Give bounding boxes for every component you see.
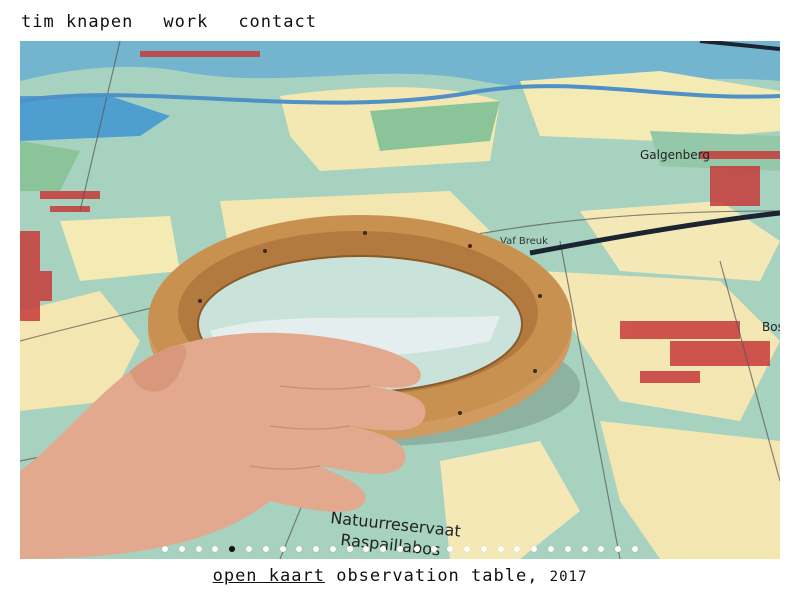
map-photo: Natuurreservaat Raspaillabos Bos Vaf Bre… <box>20 41 780 559</box>
slideshow-dot[interactable] <box>631 546 638 552</box>
map-label-town: Bos <box>762 320 780 334</box>
slideshow-dot[interactable] <box>229 546 236 552</box>
slideshow-dot[interactable] <box>397 546 403 552</box>
slideshow-dot[interactable] <box>313 546 320 552</box>
slideshow-dot[interactable] <box>531 546 538 552</box>
slideshow-image[interactable]: Natuurreservaat Raspaillabos Bos Vaf Bre… <box>20 41 780 559</box>
slideshow-dot[interactable] <box>413 546 420 552</box>
nav-work-link[interactable]: work <box>163 12 208 32</box>
slideshow-dot[interactable] <box>162 546 169 552</box>
project-link[interactable]: open kaart <box>213 566 325 586</box>
slideshow-dot[interactable] <box>245 546 252 552</box>
slideshow-dots <box>0 544 800 554</box>
slideshow-dot[interactable] <box>430 546 437 552</box>
slideshow-dot[interactable] <box>363 546 370 552</box>
caption-description: observation table, <box>336 566 550 586</box>
slideshow-dot[interactable] <box>195 546 202 552</box>
slideshow-dot[interactable] <box>514 546 521 552</box>
slideshow-dot[interactable] <box>380 546 387 552</box>
slideshow-dot[interactable] <box>262 546 269 552</box>
slideshow-dot[interactable] <box>178 546 185 552</box>
slideshow-dot[interactable] <box>564 546 571 552</box>
caption-year: 2017 <box>549 569 588 585</box>
slideshow-dot[interactable] <box>329 546 336 552</box>
caption: open kaart observation table, 2017 <box>0 566 800 586</box>
slideshow-dot[interactable] <box>548 546 555 552</box>
nav-home-link[interactable]: tim knapen <box>21 12 133 32</box>
slideshow-dot[interactable] <box>581 546 588 552</box>
slideshow-dot[interactable] <box>464 546 471 552</box>
slideshow-dot[interactable] <box>615 546 622 552</box>
slideshow-dot[interactable] <box>480 546 487 552</box>
slideshow-dot[interactable] <box>212 546 219 552</box>
slideshow-dot[interactable] <box>346 546 353 552</box>
top-nav: tim knapen work contact <box>21 10 347 34</box>
slideshow-dot[interactable] <box>497 546 504 552</box>
nav-contact-link[interactable]: contact <box>238 12 317 32</box>
slideshow-dot[interactable] <box>296 546 303 552</box>
slideshow-dot[interactable] <box>598 546 605 552</box>
slideshow-dot[interactable] <box>279 546 286 552</box>
map-label-district: Galgenberg <box>640 148 710 162</box>
slideshow-dot[interactable] <box>447 546 454 552</box>
